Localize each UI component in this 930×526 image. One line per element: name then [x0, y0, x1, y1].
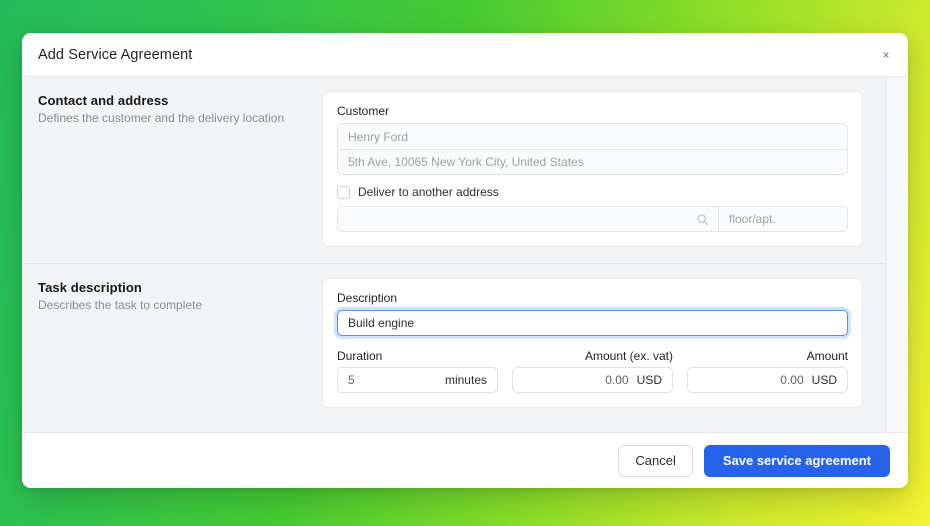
duration-unit: minutes: [437, 373, 487, 387]
deliver-to-another-address-checkbox[interactable]: [337, 186, 350, 199]
floor-apt-input[interactable]: floor/apt.: [718, 206, 848, 232]
amount-ex-vat-value: 0.00: [523, 373, 629, 387]
amount-ex-vat-field: Amount (ex. vat) 0.00 USD: [512, 349, 673, 393]
delivery-address-row: floor/apt.: [337, 206, 848, 232]
description-label: Description: [337, 291, 848, 305]
amount-field: Amount 0.00 USD: [687, 349, 848, 393]
task-panel: Description Build engine Duration 5 minu…: [322, 278, 863, 408]
section-contact-aside: Contact and address Defines the customer…: [22, 91, 322, 247]
amount-value: 0.00: [698, 373, 804, 387]
save-service-agreement-button[interactable]: Save service agreement: [704, 445, 890, 477]
contact-panel: Customer Henry Ford 5th Ave, 10065 New Y…: [322, 91, 863, 247]
duration-value: 5: [348, 373, 437, 387]
amount-currency: USD: [804, 373, 837, 387]
section-task-aside: Task description Describes the task to c…: [22, 278, 322, 408]
amount-label: Amount: [687, 349, 848, 363]
dialog-footer: Cancel Save service agreement: [22, 432, 908, 488]
section-contact-title: Contact and address: [38, 93, 306, 108]
duration-input[interactable]: 5 minutes: [337, 367, 498, 393]
customer-name-input[interactable]: Henry Ford: [338, 124, 847, 149]
task-amounts-row: Duration 5 minutes Amount (ex. vat) 0.00…: [337, 349, 848, 393]
amount-ex-vat-input[interactable]: 0.00 USD: [512, 367, 673, 393]
section-contact-subtitle: Defines the customer and the delivery lo…: [38, 110, 306, 126]
section-task-description: Task description Describes the task to c…: [22, 263, 885, 424]
cancel-button[interactable]: Cancel: [618, 445, 692, 477]
customer-label: Customer: [337, 104, 848, 118]
duration-field: Duration 5 minutes: [337, 349, 498, 393]
duration-label: Duration: [337, 349, 498, 363]
section-task-title: Task description: [38, 280, 306, 295]
delivery-address-search-input[interactable]: [337, 206, 718, 232]
dialog-title: Add Service Agreement: [38, 47, 192, 63]
customer-address-input[interactable]: 5th Ave, 10065 New York City, United Sta…: [338, 149, 847, 174]
dialog-body: Contact and address Defines the customer…: [22, 77, 908, 432]
section-task-subtitle: Describes the task to complete: [38, 297, 306, 313]
amount-input[interactable]: 0.00 USD: [687, 367, 848, 393]
dialog-header: Add Service Agreement ×: [22, 33, 908, 77]
deliver-to-another-address-row[interactable]: Deliver to another address: [337, 185, 848, 199]
amount-ex-vat-currency: USD: [629, 373, 662, 387]
description-input[interactable]: Build engine: [337, 310, 848, 336]
amount-ex-vat-label: Amount (ex. vat): [512, 349, 673, 363]
close-icon[interactable]: ×: [876, 45, 896, 65]
deliver-to-another-address-label[interactable]: Deliver to another address: [358, 185, 499, 199]
customer-fields-group: Henry Ford 5th Ave, 10065 New York City,…: [337, 123, 848, 175]
vertical-scrollbar[interactable]: [887, 77, 908, 432]
add-service-agreement-dialog: Add Service Agreement × Contact and addr…: [22, 33, 908, 488]
search-icon: [696, 213, 709, 226]
section-contact-and-address: Contact and address Defines the customer…: [22, 77, 885, 263]
dialog-scroll-area: Contact and address Defines the customer…: [22, 77, 886, 432]
